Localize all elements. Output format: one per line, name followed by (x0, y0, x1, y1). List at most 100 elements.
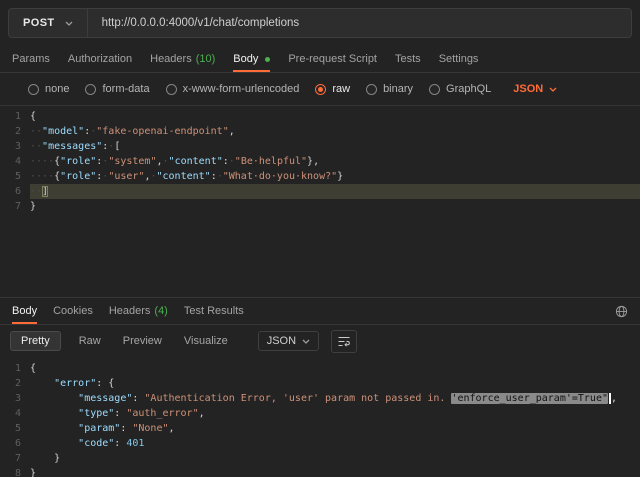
radio-icon (85, 84, 96, 95)
code-line: 2··"model":·"fake-openai-endpoint", (0, 124, 640, 139)
body-mode-graphql[interactable]: GraphQL (429, 83, 491, 95)
line-number: 5 (0, 421, 30, 436)
code-token: ·· (30, 186, 42, 197)
request-tab-authorization[interactable]: Authorization (68, 46, 132, 72)
code-line: 2 "error": { (0, 376, 640, 391)
code-line: 3··"messages":·[ (0, 139, 640, 154)
code-token: [ (114, 141, 120, 152)
tab-label: Body (233, 53, 258, 65)
code-text: } (30, 466, 640, 477)
code-token: } (30, 468, 36, 477)
radio-icon (366, 84, 377, 95)
code-token (30, 378, 54, 389)
tab-label: Pre-request Script (288, 53, 377, 65)
response-language-select[interactable]: JSON (258, 331, 319, 351)
body-mode-x-www-form-urlencoded[interactable]: x-www-form-urlencoded (166, 83, 300, 95)
response-body-editor[interactable]: 1{2 "error": {3 "message": "Authenticati… (0, 357, 640, 477)
tab-label: Headers (150, 53, 192, 65)
line-number: 4 (0, 406, 30, 421)
wrap-lines-icon[interactable] (331, 330, 357, 353)
code-text: } (30, 451, 640, 466)
response-tab-cookies[interactable]: Cookies (53, 298, 93, 324)
code-token (30, 393, 78, 404)
code-text: } (30, 199, 640, 214)
body-mode-binary[interactable]: binary (366, 83, 413, 95)
request-tab-pre-request-script[interactable]: Pre-request Script (288, 46, 377, 72)
code-token: "role" (60, 171, 96, 182)
code-line: 3 "message": "Authentication Error, 'use… (0, 391, 640, 406)
tab-label: Body (12, 305, 37, 317)
code-token: "auth_error" (126, 408, 198, 419)
code-token: } (54, 453, 60, 464)
line-number: 7 (0, 451, 30, 466)
code-token: "content" (169, 156, 223, 167)
raw-language-select[interactable]: JSON (513, 83, 557, 95)
request-tab-settings[interactable]: Settings (439, 46, 479, 72)
code-text: ····{"role":·"user",·"content":·"What·do… (30, 169, 640, 184)
request-tab-tests[interactable]: Tests (395, 46, 421, 72)
tab-label: Cookies (53, 305, 93, 317)
code-token: } (337, 171, 343, 182)
code-token: ·· (30, 141, 42, 152)
code-text: "error": { (30, 376, 640, 391)
request-tab-headers[interactable]: Headers(10) (150, 46, 215, 72)
code-token: 'enforce_user_param'=True" (451, 393, 608, 404)
code-token: : (114, 408, 126, 419)
line-number: 6 (0, 184, 30, 199)
request-tab-body[interactable]: Body (233, 46, 270, 72)
code-token: "What·do·you·know?" (223, 171, 337, 182)
code-token: ·· (30, 126, 42, 137)
radio-icon (429, 84, 440, 95)
code-token: 401 (126, 438, 144, 449)
response-tab-headers[interactable]: Headers(4) (109, 298, 168, 324)
line-number: 6 (0, 436, 30, 451)
code-text: "param": "None", (30, 421, 640, 436)
code-line: 1{ (0, 109, 640, 124)
code-token (30, 423, 78, 434)
body-mode-none[interactable]: none (28, 83, 69, 95)
body-mode-raw[interactable]: raw (315, 83, 350, 95)
code-line: 7 } (0, 451, 640, 466)
body-mode-form-data[interactable]: form-data (85, 83, 149, 95)
code-text: { (30, 109, 640, 124)
view-raw[interactable]: Raw (75, 331, 105, 351)
code-line: 6··] (0, 184, 640, 199)
response-tab-body[interactable]: Body (12, 298, 37, 324)
code-token: , (199, 408, 205, 419)
view-visualize[interactable]: Visualize (180, 331, 232, 351)
url-input[interactable]: http://0.0.0.0:4000/v1/chat/completions (88, 9, 314, 37)
response-view-switch: Pretty Raw Preview Visualize (10, 331, 232, 351)
view-pretty[interactable]: Pretty (10, 331, 61, 351)
line-number: 3 (0, 139, 30, 154)
body-mode-radios: none form-data x-www-form-urlencoded raw bin… (28, 83, 491, 95)
chevron-down-icon (65, 21, 73, 26)
request-body-editor[interactable]: 1{2··"model":·"fake-openai-endpoint",3··… (0, 105, 640, 297)
response-tab-test-results[interactable]: Test Results (184, 298, 244, 324)
code-text: ··"messages":·[ (30, 139, 640, 154)
globe-icon[interactable] (615, 298, 628, 324)
method-select[interactable]: POST (9, 9, 88, 37)
code-token: "None" (132, 423, 168, 434)
code-token: { (30, 111, 36, 122)
line-number: 8 (0, 466, 30, 477)
body-has-content-dot (265, 57, 270, 62)
tab-label: Settings (439, 53, 479, 65)
response-toolbar: Pretty Raw Preview Visualize JSON (0, 325, 640, 357)
radio-icon (28, 84, 39, 95)
code-token: } (30, 201, 36, 212)
code-text: ··"model":·"fake-openai-endpoint", (30, 124, 640, 139)
code-token: , (169, 423, 175, 434)
code-token (30, 453, 54, 464)
code-token: , (229, 126, 235, 137)
code-token: "message" (78, 393, 132, 404)
code-token: ] (42, 186, 48, 197)
tab-label: Params (12, 53, 50, 65)
radio-icon (166, 84, 177, 95)
line-number: 7 (0, 199, 30, 214)
radio-icon (315, 84, 326, 95)
view-preview[interactable]: Preview (119, 331, 166, 351)
code-token: "param" (78, 423, 120, 434)
request-tab-params[interactable]: Params (12, 46, 50, 72)
url-control: POST http://0.0.0.0:4000/v1/chat/complet… (8, 8, 632, 38)
code-line: 1{ (0, 361, 640, 376)
